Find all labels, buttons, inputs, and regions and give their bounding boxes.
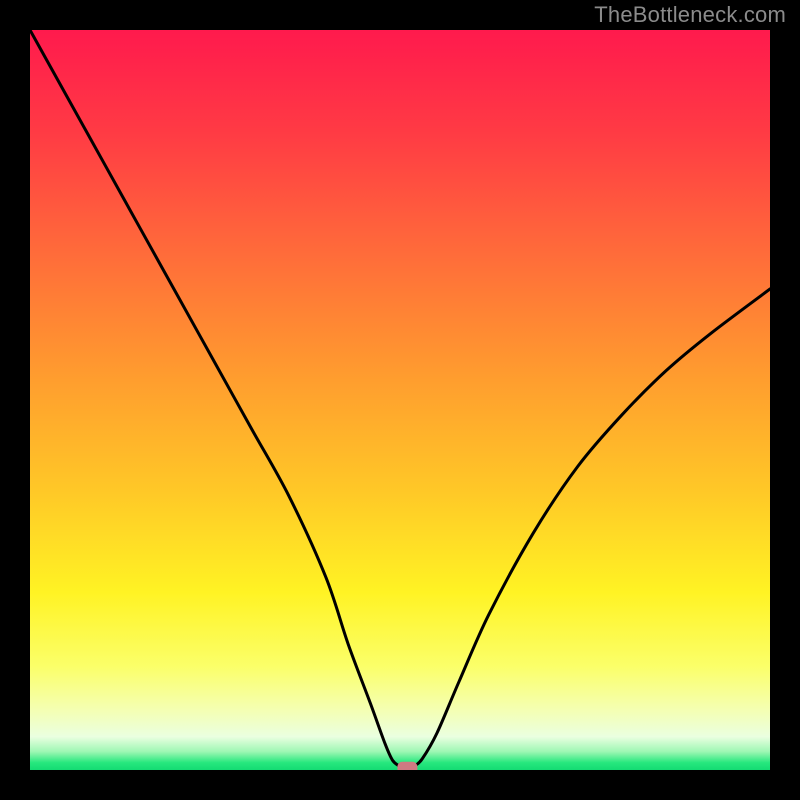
watermark-text: TheBottleneck.com: [594, 2, 786, 28]
optimum-marker: [397, 762, 417, 770]
gradient-background: [30, 30, 770, 770]
bottleneck-chart: [30, 30, 770, 770]
chart-container: TheBottleneck.com: [0, 0, 800, 800]
